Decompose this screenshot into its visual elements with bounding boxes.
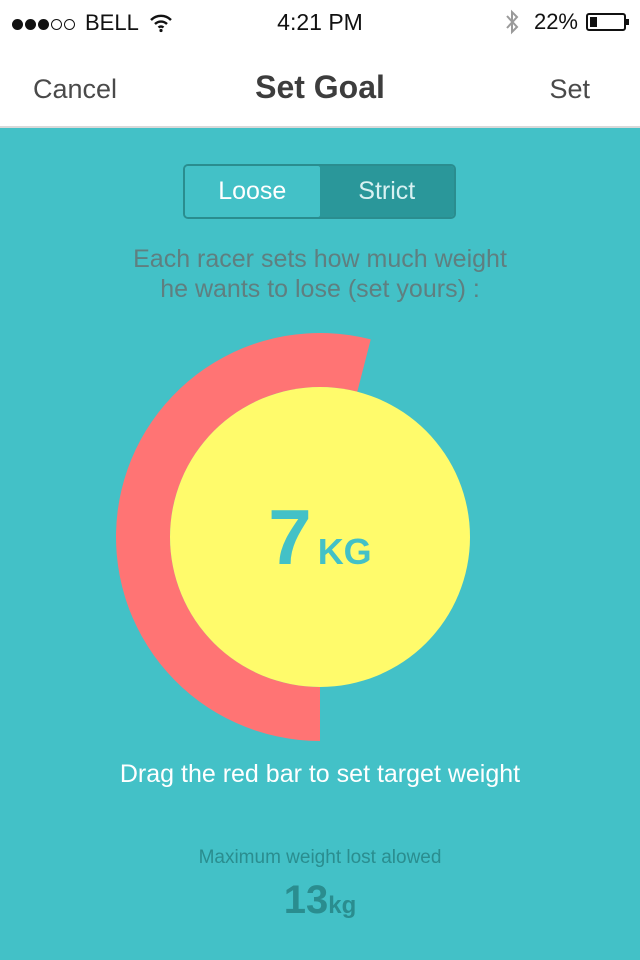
- battery-tip: [626, 19, 629, 25]
- mode-option-loose[interactable]: Loose: [185, 166, 322, 217]
- maximum-value-display: 13kg: [0, 878, 640, 923]
- status-right: 22%: [504, 9, 629, 35]
- goal-value: 7: [268, 493, 312, 581]
- goal-unit: KG: [317, 531, 372, 572]
- drag-hint: Drag the red bar to set target weight: [119, 760, 521, 788]
- bluetooth-icon: [506, 9, 519, 35]
- goal-mode-toggle: Loose Strict: [183, 164, 456, 219]
- mode-option-strict[interactable]: Strict: [319, 166, 454, 217]
- battery-level: [590, 17, 597, 27]
- maximum-unit: kg: [328, 892, 357, 919]
- instructions-line-2: he wants to lose (set yours) :: [160, 275, 480, 303]
- status-bar: BELL 4:21 PM 22%: [0, 0, 640, 44]
- battery-icon: [586, 13, 629, 31]
- navigation-bar: Cancel Set Goal Set: [0, 44, 640, 128]
- goal-value-display: 7 KG: [116, 498, 524, 576]
- set-button[interactable]: Set: [549, 74, 590, 105]
- maximum-label: Maximum weight lost alowed: [198, 847, 442, 868]
- weight-dial[interactable]: 7 KG: [116, 333, 524, 741]
- instructions-line-1: Each racer sets how much weight: [133, 245, 507, 273]
- page-title: Set Goal: [255, 69, 385, 105]
- battery-percent: 22%: [533, 9, 578, 34]
- maximum-value: 13: [283, 878, 329, 922]
- instructions-text: Each racer sets how much weight he wants…: [0, 244, 640, 304]
